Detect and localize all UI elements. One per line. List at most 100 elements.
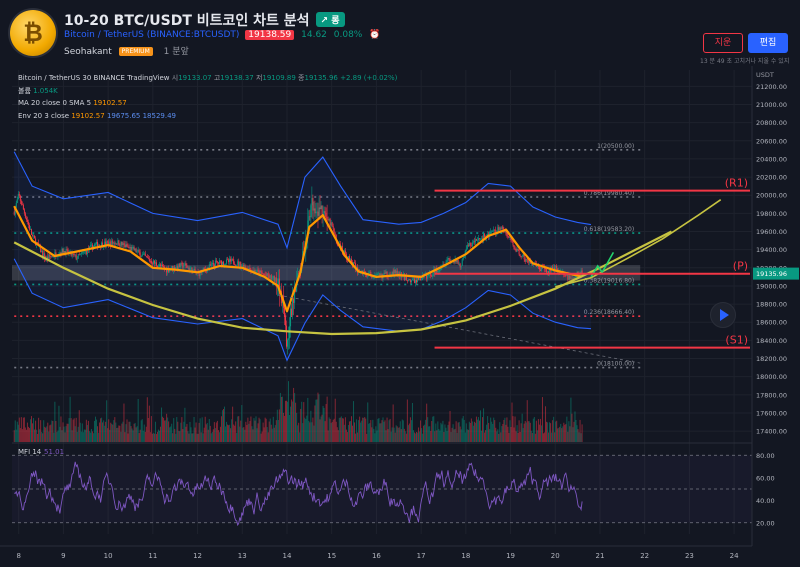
price-axis[interactable]: USDT 21200.00 21000.00 20800.00 20600.00 2040… (751, 66, 800, 567)
volume-bar-56 (70, 418, 72, 442)
volume-bar-93 (108, 419, 110, 442)
volume-bar-63 (77, 426, 79, 442)
volume-bar-405 (425, 419, 427, 442)
play-replay-button[interactable] (710, 302, 736, 328)
candle-body-124 (139, 252, 141, 258)
volume-bar-498 (519, 431, 521, 442)
candle-body-375 (394, 269, 396, 274)
price-change: 14.62 (301, 30, 327, 40)
volume-bar-557 (579, 419, 581, 442)
volume-bar-344 (363, 417, 365, 442)
volume-bar-262 (279, 392, 281, 442)
volume-bar-416 (436, 430, 438, 442)
volume-bar-446 (466, 429, 468, 442)
delete-button[interactable]: 지운 (703, 33, 743, 53)
volume-bar-445 (465, 423, 467, 442)
volume-bar-154 (170, 426, 172, 442)
symbol-name[interactable]: Bitcoin / TetherUS (64, 30, 144, 40)
candle-body-115 (130, 247, 132, 251)
alarm-clock-icon[interactable]: ⏰ (369, 30, 380, 40)
candle-body-389 (408, 279, 410, 281)
volume-bar-212 (229, 424, 231, 442)
volume-bar-397 (417, 432, 419, 442)
volume-bar-23 (37, 433, 39, 442)
candle-body-106 (121, 241, 123, 245)
volume-bar-185 (201, 417, 203, 442)
volume-bar-264 (281, 396, 283, 442)
volume-bar-275 (293, 387, 295, 442)
volume-bar-532 (554, 432, 556, 442)
candle-body-524 (546, 268, 548, 273)
premium-badge: PREMIUM (118, 47, 153, 56)
price-chart[interactable]: 1(20500.00)0.786(19980.40)0.618(19583.20… (0, 66, 800, 567)
candle-body-251 (268, 276, 270, 278)
symbol-code[interactable]: (BINANCE:BTCUSDT) (147, 30, 240, 40)
volume-bar-291 (309, 422, 311, 442)
price-tick-15: 18200.00 (756, 355, 787, 363)
volume-bar-31 (45, 427, 47, 442)
volume-bar-535 (557, 428, 559, 442)
volume-bar-109 (124, 432, 126, 442)
volume-bar-53 (67, 423, 69, 442)
volume-bar-504 (525, 422, 527, 442)
time-tick-6: 14 (283, 552, 292, 560)
volume-bar-374 (393, 427, 395, 442)
candle-body-127 (142, 254, 144, 255)
volume-bar-90 (105, 421, 107, 442)
volume-bar-196 (212, 429, 214, 442)
edit-button[interactable]: 편집 (748, 33, 788, 53)
price-tick-14: 18400.00 (756, 337, 787, 345)
candle-body-0 (13, 211, 15, 215)
volume-bar-172 (188, 433, 190, 442)
volume-bar-58 (72, 419, 74, 442)
volume-bar-529 (551, 432, 553, 442)
candle-body-506 (527, 260, 529, 263)
volume-bar-435 (455, 421, 457, 442)
volume-bar-500 (521, 413, 523, 442)
volume-bar-410 (430, 431, 432, 442)
volume-bar-203 (219, 426, 221, 442)
volume-bar-126 (141, 419, 143, 442)
volume-bar-402 (422, 433, 424, 442)
volume-bar-48 (62, 422, 64, 442)
volume-bar-161 (177, 421, 179, 442)
volume-bar-359 (378, 418, 380, 442)
author-avatar[interactable]: ₿ (10, 10, 56, 56)
volume-bar-392 (411, 402, 413, 442)
volume-bar-450 (470, 418, 472, 442)
candle-body-79 (93, 244, 95, 247)
volume-bar-468 (489, 428, 491, 442)
volume-bar-222 (239, 426, 241, 442)
volume-bar-170 (186, 423, 188, 442)
volume-bar-87 (102, 422, 104, 442)
volume-bar-305 (323, 407, 325, 442)
candle-body-197 (213, 264, 215, 267)
volume-bar-85 (100, 418, 102, 442)
candle-body-70 (84, 251, 86, 252)
candle-body-98 (113, 242, 115, 244)
volume-bar-479 (500, 432, 502, 442)
legend-source: TradingView (127, 74, 170, 82)
volume-bar-411 (431, 420, 433, 442)
volume-bar-315 (333, 418, 335, 442)
volume-bar-309 (327, 430, 329, 442)
candle-body-225 (242, 264, 244, 267)
volume-bar-171 (187, 431, 189, 442)
candle-body-16 (29, 229, 31, 230)
candle-body-65 (79, 254, 81, 255)
volume-bar-403 (423, 425, 425, 442)
volume-bar-540 (562, 426, 564, 442)
candle-body-207 (224, 264, 226, 266)
volume-bar-452 (472, 425, 474, 442)
candle-body-266 (283, 307, 285, 318)
author-name[interactable]: Seohakant (64, 47, 112, 57)
legend-env-low: 18529.49 (142, 112, 176, 120)
candle-body-546 (568, 275, 570, 280)
candle-body-58 (72, 253, 74, 255)
long-badge: ↗ 롱 (315, 12, 345, 27)
volume-bar-542 (564, 424, 566, 442)
volume-bar-227 (244, 429, 246, 442)
volume-bar-376 (395, 425, 397, 442)
legend-exchange: BINANCE (93, 74, 125, 82)
volume-bar-197 (213, 422, 215, 442)
